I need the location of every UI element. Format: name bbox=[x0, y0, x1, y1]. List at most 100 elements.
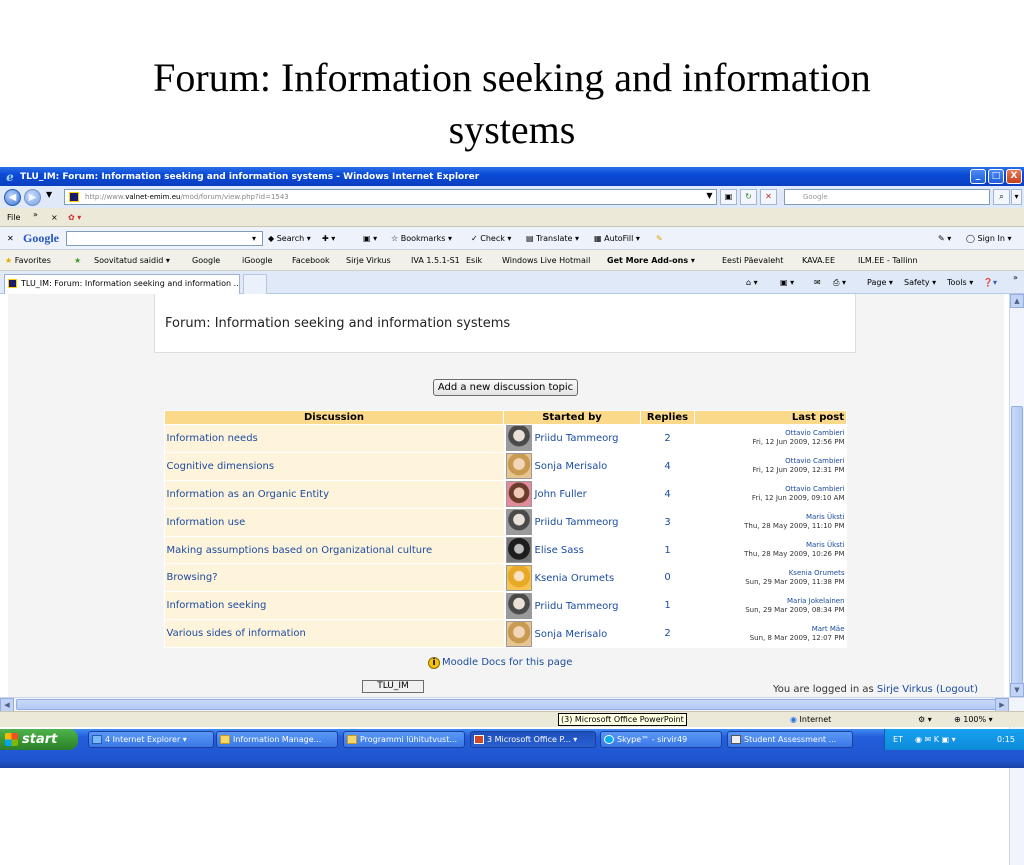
fav-iva[interactable]: IVA 1.5.1-S1 bbox=[411, 250, 460, 271]
taskbar-item-student-assessment[interactable]: Student Assessment ... bbox=[727, 731, 853, 748]
fav-esik[interactable]: Esik bbox=[466, 250, 482, 271]
tray-icons[interactable]: ◉ ✉ K ▣ ▾ bbox=[915, 729, 956, 750]
back-button[interactable]: ◀ bbox=[4, 189, 21, 206]
favorites-button[interactable]: ★ Favorites bbox=[5, 250, 51, 271]
taskbar-item-folder-2[interactable]: Programmi lühitutvust... bbox=[343, 731, 465, 748]
scroll-up-icon[interactable]: ▲ bbox=[1010, 294, 1024, 308]
search-options-icon[interactable]: ▾ bbox=[1011, 189, 1022, 205]
fav-google[interactable]: Google bbox=[192, 250, 220, 271]
female-avatar[interactable] bbox=[505, 620, 532, 647]
last-post-author[interactable]: Ottavio Cambieri bbox=[697, 429, 844, 438]
new-tab-button[interactable] bbox=[243, 274, 267, 294]
translate-button[interactable]: ▤ Translate ▾ bbox=[526, 227, 579, 250]
fav-eesti-paevaleht[interactable]: Eesti Päevaleht bbox=[722, 250, 783, 271]
discussion-link[interactable]: Information seeking bbox=[164, 591, 504, 621]
replies-link[interactable]: 1 bbox=[640, 591, 695, 621]
forward-button[interactable]: ▶ bbox=[24, 189, 41, 206]
header-replies[interactable]: Replies bbox=[640, 410, 695, 425]
replies-link[interactable]: 0 bbox=[640, 563, 695, 593]
pencil-icon[interactable]: ✎ bbox=[656, 227, 663, 250]
replies-link[interactable]: 4 bbox=[640, 452, 695, 481]
toolbar-addon-icon[interactable]: ✿ ▾ bbox=[68, 208, 81, 227]
last-post-author[interactable]: Maris Üksti bbox=[697, 513, 845, 522]
protected-mode-icon[interactable]: ⚙ ▾ bbox=[918, 712, 932, 727]
wrench-icon[interactable]: ✎ ▾ bbox=[938, 227, 951, 250]
fav-hotmail[interactable]: Windows Live Hotmail bbox=[502, 250, 590, 271]
add-discussion-button[interactable]: Add a new discussion topic bbox=[433, 379, 578, 396]
fav-ilm[interactable]: ILM.EE - Tallinn bbox=[858, 250, 918, 271]
author-link[interactable]: Sonja Merisalo bbox=[535, 461, 608, 472]
discussion-link[interactable]: Information use bbox=[164, 508, 504, 537]
google-toolbar-search-input[interactable] bbox=[66, 231, 263, 246]
male-avatar[interactable] bbox=[505, 592, 532, 619]
replies-link[interactable]: 3 bbox=[640, 508, 695, 537]
taskbar-item-skype[interactable]: Skype™ - sirvir49 bbox=[600, 731, 722, 748]
female-avatar[interactable] bbox=[505, 453, 532, 480]
male-avatar[interactable] bbox=[505, 481, 532, 508]
page-menu[interactable]: Page ▾ bbox=[867, 271, 893, 294]
author-link[interactable]: John Fuller bbox=[535, 489, 587, 500]
refresh-icon[interactable]: ↻ bbox=[740, 189, 757, 205]
safety-menu[interactable]: Safety ▾ bbox=[904, 271, 936, 294]
stop-icon[interactable]: ✕ bbox=[760, 189, 777, 205]
author-link[interactable]: Ksenia Orumets bbox=[535, 573, 615, 584]
google-toolbar-icon-2[interactable]: ▣ ▾ bbox=[363, 227, 377, 250]
discussion-link[interactable]: Information as an Organic Entity bbox=[164, 480, 504, 509]
compatibility-icon[interactable]: ▣ bbox=[720, 189, 737, 205]
author-link[interactable]: Priidu Tammeorg bbox=[535, 601, 619, 612]
vertical-scroll-thumb[interactable] bbox=[1011, 406, 1023, 696]
male-avatar[interactable] bbox=[505, 425, 532, 452]
scroll-right-icon[interactable]: ▶ bbox=[995, 698, 1009, 712]
replies-link[interactable]: 4 bbox=[640, 480, 695, 509]
bookmarks-button[interactable]: ☆ Bookmarks ▾ bbox=[391, 227, 452, 250]
minimize-button[interactable]: _ bbox=[970, 169, 986, 184]
fav-kava[interactable]: KAVA.EE bbox=[802, 250, 835, 271]
taskbar-item-powerpoint[interactable]: 3 Microsoft Office P... ▾ bbox=[470, 731, 596, 748]
start-button[interactable]: start bbox=[0, 729, 78, 750]
author-link[interactable]: Elise Sass bbox=[535, 545, 584, 556]
author-link[interactable]: Priidu Tammeorg bbox=[535, 433, 619, 444]
discussion-link[interactable]: Browsing? bbox=[164, 563, 504, 593]
url-field[interactable]: http://www.valnet-emim.eu/mod/forum/view… bbox=[64, 189, 717, 205]
last-post-author[interactable]: Mart Mäe bbox=[697, 625, 845, 634]
menu-chevron-icon[interactable]: » bbox=[33, 205, 38, 224]
google-search-box[interactable]: Google bbox=[784, 189, 990, 205]
fav-igoogle[interactable]: iGoogle bbox=[242, 250, 272, 271]
author-link[interactable]: Priidu Tammeorg bbox=[535, 517, 619, 528]
male-avatar[interactable] bbox=[505, 509, 532, 536]
feeds-icon[interactable]: ▣ ▾ bbox=[780, 271, 794, 294]
fav-sirje-virkus[interactable]: Sirje Virkus bbox=[346, 250, 391, 271]
add-favorite-icon[interactable]: ★ bbox=[74, 250, 81, 271]
google-field-dropdown-icon[interactable]: ▾ bbox=[252, 227, 256, 250]
close-window-button[interactable]: X bbox=[1006, 169, 1022, 184]
security-zone[interactable]: ◉ Internet bbox=[790, 712, 831, 727]
last-post-date[interactable]: Fri, 12 Jun 2009, 12:56 PM bbox=[697, 438, 844, 447]
header-discussion[interactable]: Discussion bbox=[164, 410, 504, 425]
fav-get-addons[interactable]: Get More Add-ons ▾ bbox=[607, 250, 695, 271]
horizontal-scrollbar[interactable]: ◀ ▶ bbox=[0, 697, 1024, 712]
replies-link[interactable]: 2 bbox=[640, 619, 695, 649]
language-indicator[interactable]: ET bbox=[893, 729, 903, 750]
taskbar-item-folder-1[interactable]: Information Manage... bbox=[216, 731, 338, 748]
discussion-link[interactable]: Making assumptions based on Organization… bbox=[164, 536, 504, 565]
scroll-left-icon[interactable]: ◀ bbox=[0, 698, 14, 712]
replies-link[interactable]: 1 bbox=[640, 536, 695, 565]
logout-link[interactable]: (Logout) bbox=[936, 684, 978, 695]
last-post-author[interactable]: Ksenia Orumets bbox=[697, 569, 845, 578]
autofill-button[interactable]: ▦ AutoFill ▾ bbox=[594, 227, 640, 250]
history-dropdown-icon[interactable]: ▼ bbox=[46, 190, 52, 199]
tab-active[interactable]: TLU_IM: Forum: Information seeking and i… bbox=[4, 274, 240, 294]
last-post-author[interactable]: Maria Jokelainen bbox=[697, 597, 844, 606]
author-link[interactable]: Sonja Merisalo bbox=[535, 629, 608, 640]
last-post-date[interactable]: Sun, 29 Mar 2009, 11:38 PM bbox=[697, 578, 844, 587]
moodle-docs-link[interactable]: i Moodle Docs for this page bbox=[428, 657, 572, 669]
tools-menu[interactable]: Tools ▾ bbox=[947, 271, 973, 294]
clock[interactable]: 0:15 bbox=[997, 729, 1015, 750]
vertical-scrollbar[interactable]: ▲ ▼ bbox=[1009, 294, 1024, 865]
close-google-toolbar-icon[interactable]: ✕ bbox=[7, 227, 14, 250]
scroll-down-icon[interactable]: ▼ bbox=[1010, 683, 1024, 697]
search-go-icon[interactable]: ⌕ bbox=[993, 189, 1010, 205]
header-started-by[interactable]: Started by bbox=[503, 410, 641, 425]
last-post-author[interactable]: Ottavio Cambieri bbox=[697, 457, 844, 466]
check-button[interactable]: ✓ Check ▾ bbox=[471, 227, 511, 250]
